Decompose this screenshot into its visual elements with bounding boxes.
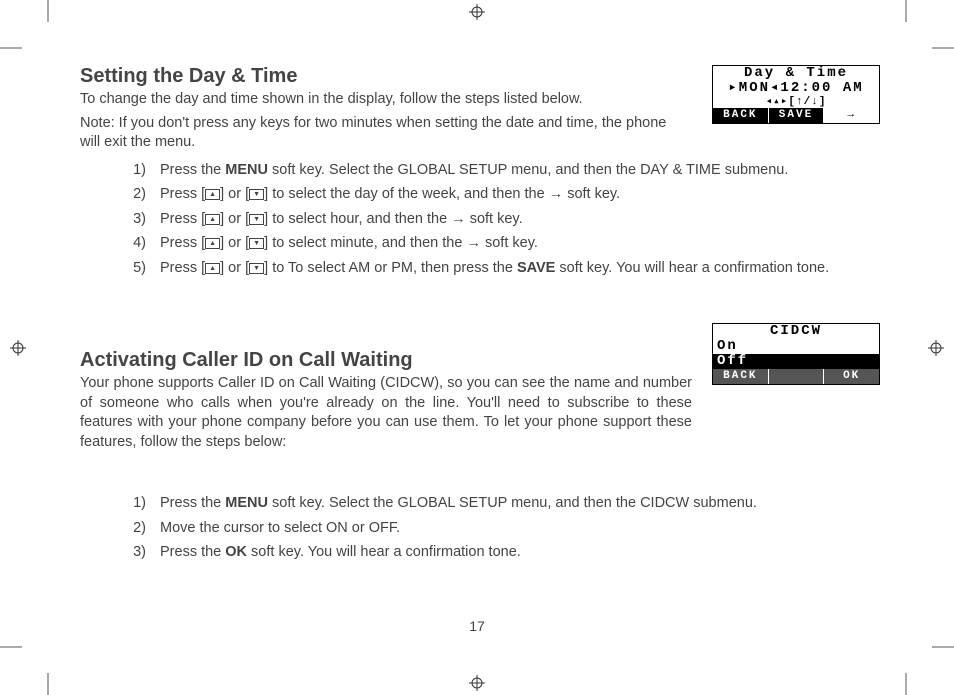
intro-cidcw: Your phone supports Caller ID on Call Wa…: [80, 374, 692, 452]
step-1: 1) Press the MENU soft key. Select the G…: [136, 159, 880, 181]
lcd2-back-button: BACK: [713, 369, 769, 384]
steps-cidcw: 1) Press the MENU soft key. Select the G…: [80, 492, 880, 563]
registration-mark-right: [928, 340, 944, 356]
step-2: 2) Press [] or [] to select the day of t…: [136, 183, 880, 205]
registration-mark-top: [469, 4, 485, 20]
down-arrow-key-icon: [249, 189, 264, 200]
steps-day-time: 1) Press the MENU soft key. Select the G…: [80, 159, 880, 279]
lcd2-option-off: Off: [713, 354, 879, 369]
lcd1-hint: ◂▴▸[↑/↓]: [713, 96, 879, 108]
down-arrow-key-icon: [249, 263, 264, 274]
step-4: 4) Press [] or [] to select minute, and …: [136, 232, 880, 254]
lcd1-title: Day & Time: [713, 66, 879, 81]
page-number: 17: [0, 618, 954, 634]
up-arrow-key-icon: [205, 263, 220, 274]
lcd1-next-button: →: [824, 108, 879, 123]
cidcw-step-1: 1) Press the MENU soft key. Select the G…: [136, 492, 880, 514]
step-3: 3) Press [] or [] to select hour, and th…: [136, 208, 880, 230]
lcd2-title: CIDCW: [713, 324, 879, 339]
lcd1-value: ▸MON◂12:00 AM: [713, 81, 879, 96]
cidcw-step-2: 2) Move the cursor to select ON or OFF.: [136, 517, 880, 539]
up-arrow-key-icon: [205, 189, 220, 200]
up-arrow-key-icon: [205, 238, 220, 249]
lcd-cidcw: CIDCW On Off BACK OK: [712, 323, 880, 385]
step-5: 5) Press [] or [] to To select AM or PM,…: [136, 257, 880, 279]
intro-day-time-1: To change the day and time shown in the …: [80, 90, 690, 110]
registration-mark-left: [10, 340, 26, 356]
lcd1-save-button: SAVE: [769, 108, 825, 123]
up-arrow-key-icon: [205, 214, 220, 225]
lcd2-ok-button: OK: [824, 369, 879, 384]
page-content: Day & Time ▸MON◂12:00 AM ◂▴▸[↑/↓] BACK S…: [80, 65, 880, 566]
lcd-day-time: Day & Time ▸MON◂12:00 AM ◂▴▸[↑/↓] BACK S…: [712, 65, 880, 124]
cidcw-step-3: 3) Press the OK soft key. You will hear …: [136, 541, 880, 563]
lcd2-option-on: On: [713, 339, 879, 354]
registration-mark-bottom: [469, 675, 485, 691]
down-arrow-key-icon: [249, 238, 264, 249]
down-arrow-key-icon: [249, 214, 264, 225]
lcd1-back-button: BACK: [713, 108, 769, 123]
intro-day-time-2: Note: If you don't press any keys for tw…: [80, 114, 690, 153]
lcd2-blank-button: [769, 369, 825, 384]
